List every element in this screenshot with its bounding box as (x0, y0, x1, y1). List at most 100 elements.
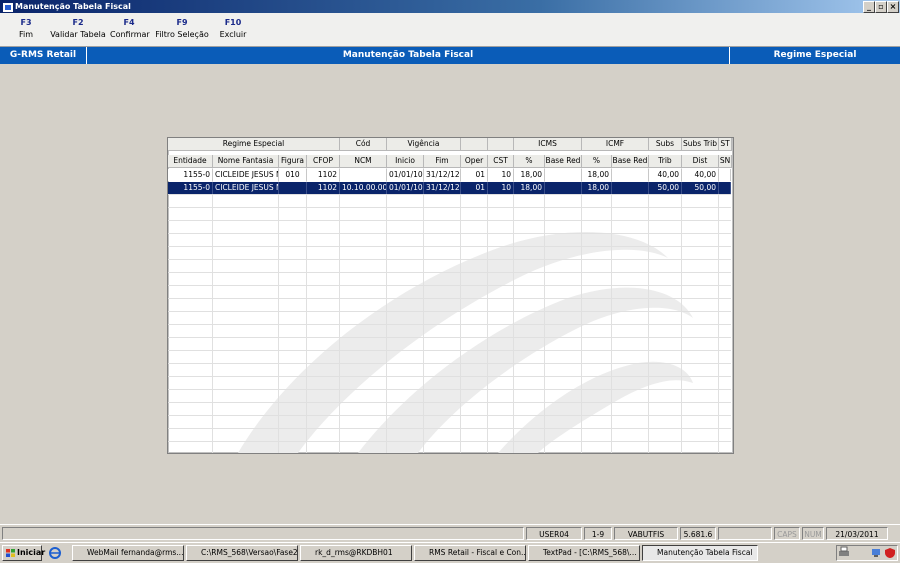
cell-icms-base-red (545, 182, 582, 194)
group-header-icmf: ICMF (582, 138, 649, 151)
taskbar: Iniciar WebMail fernanda@rms.... C:\RMS_… (0, 542, 900, 563)
task-db-session[interactable]: rk_d_rms@RKDBH01 (300, 545, 412, 561)
cell-nome-fantasia: CICLEIDE JESUS N (215, 169, 279, 181)
fim-key: F3 (20, 18, 32, 27)
toolbar: F3 Fim F2 Validar Tabela F4 Confirmar F9… (0, 13, 900, 47)
cell-entidade: 1155-0 (168, 182, 213, 194)
cell-inicio: 01/01/10 (387, 182, 424, 194)
restore-button[interactable]: ▫ (875, 1, 887, 13)
minimize-button[interactable]: _ (863, 1, 875, 13)
shield-icon[interactable] (884, 547, 896, 559)
column-header-subs-dist[interactable]: Dist (682, 155, 719, 168)
cell-oper: 01 (461, 169, 488, 181)
cell-icms-pct: 18,00 (514, 182, 545, 194)
task-textpad[interactable]: TextPad - [C:\RMS_568\... (528, 545, 640, 561)
excluir-button[interactable]: F10 Excluir (216, 17, 250, 41)
cell-icmf-pct: 18,00 (582, 169, 612, 181)
column-header-sn[interactable]: SN (719, 155, 732, 168)
column-header-ncm[interactable]: NCM (340, 155, 387, 168)
cell-icmf-base-red (612, 169, 649, 181)
task-rms-retail[interactable]: RMS Retail - Fiscal e Con... (414, 545, 526, 561)
group-header-st: ST (719, 138, 732, 151)
column-header-nome-fantasia[interactable]: Nome Fantasia (213, 155, 279, 168)
app-icon (2, 2, 14, 13)
cell-ncm: 10.10.00.00 (340, 182, 387, 194)
status-page: 1-9 (584, 527, 612, 540)
cell-figura (279, 182, 307, 194)
network-icon[interactable] (871, 547, 883, 559)
filtro-selecao-button[interactable]: F9 Filtro Seleção (155, 17, 209, 41)
column-header-inicio[interactable]: Inicio (387, 155, 424, 168)
status-num: NUM (802, 527, 824, 540)
group-header-icms: ICMS (514, 138, 582, 151)
column-header-figura[interactable]: Figura (279, 155, 307, 168)
cell-oper: 01 (461, 182, 488, 194)
status-caps: CAPS (774, 527, 800, 540)
group-header-oper (461, 138, 488, 151)
window-title: Manutenção Tabela Fiscal (15, 2, 131, 11)
status-db: VABUTFIS (614, 527, 678, 540)
column-header-icms-base-red[interactable]: Base Red (545, 155, 582, 168)
status-date: 21/03/2011 (826, 527, 888, 540)
cell-cfop: 1102 (307, 182, 340, 194)
fim-label: Fim (18, 30, 34, 39)
column-header-entidade[interactable]: Entidade (168, 155, 213, 168)
window-title-bar: Manutenção Tabela Fiscal _ ▫ × (0, 0, 900, 13)
task-explorer-fase2[interactable]: C:\RMS_568\Versao\Fase2 (186, 545, 298, 561)
cell-cfop: 1102 (307, 169, 340, 181)
fim-button[interactable]: F3 Fim (10, 17, 42, 41)
status-empty (718, 527, 772, 540)
column-header-oper[interactable]: Oper (461, 155, 488, 168)
filtro-selecao-label: Filtro Seleção (155, 30, 209, 39)
column-header-subs-trib[interactable]: Trib (649, 155, 682, 168)
group-header-vigencia: Vigência (387, 138, 461, 151)
cell-subs-dist: 50,00 (682, 182, 719, 194)
status-user: USER04 (526, 527, 582, 540)
cell-figura: 010 (279, 169, 307, 181)
status-version: 5.681.6 (680, 527, 716, 540)
ie-quicklaunch-icon[interactable] (48, 546, 62, 560)
status-message (2, 527, 524, 540)
filtro-selecao-key: F9 (176, 18, 188, 27)
column-header-cfop[interactable]: CFOP (307, 155, 340, 168)
windows-flag-icon (6, 549, 15, 557)
cell-fim: 31/12/12 (426, 169, 461, 181)
cell-subs-trib: 40,00 (649, 169, 682, 181)
module-header: G-RMS Retail Manutenção Tabela Fiscal Re… (0, 47, 900, 64)
table-row-selected[interactable]: 1155-0 CICLEIDE JESUS N 1102 10.10.00.00… (168, 182, 731, 194)
group-header-regime-especial: Regime Especial (168, 138, 340, 151)
excluir-key: F10 (224, 18, 242, 27)
table-row[interactable]: 1155-0 CICLEIDE JESUS N 010 1102 01/01/1… (168, 169, 731, 181)
column-header-icmf-pct[interactable]: % (582, 155, 612, 168)
cell-ncm (340, 169, 387, 181)
cell-sn (719, 182, 731, 194)
start-button[interactable]: Iniciar (2, 545, 45, 561)
column-header-fim[interactable]: Fim (424, 155, 461, 168)
cell-subs-dist: 40,00 (682, 169, 719, 181)
column-header-icmf-base-red[interactable]: Base Red (612, 155, 649, 168)
cell-entidade: 1155-0 (168, 169, 213, 181)
confirmar-button[interactable]: F4 Confirmar (110, 17, 150, 41)
column-header-cst[interactable]: CST (488, 155, 514, 168)
product-name: G-RMS Retail (9, 50, 77, 60)
cell-subs-trib: 50,00 (649, 182, 682, 194)
system-tray (836, 545, 898, 561)
task-manutencao-tabela-fiscal[interactable]: Manutenção Tabela Fiscal (642, 545, 758, 561)
group-header-cst (488, 138, 514, 151)
fiscal-table-grid[interactable]: Regime Especial Cód Vigência ICMS ICMF S… (167, 137, 734, 454)
confirmar-key: F4 (123, 18, 135, 27)
cell-icms-base-red (545, 169, 582, 181)
task-webmail[interactable]: WebMail fernanda@rms.... (72, 545, 184, 561)
group-header-subs-trib: Subs Trib (682, 138, 719, 151)
group-header-subs: Subs (649, 138, 682, 151)
status-bar: USER04 1-9 VABUTFIS 5.681.6 CAPS NUM 21/… (0, 524, 900, 542)
excluir-label: Excluir (219, 30, 247, 39)
column-header-icms-pct[interactable]: % (514, 155, 545, 168)
cell-icmf-base-red (612, 182, 649, 194)
screen-title: Manutenção Tabela Fiscal (342, 50, 474, 60)
cell-cst: 10 (488, 169, 514, 181)
confirmar-label: Confirmar (110, 30, 150, 39)
close-button[interactable]: × (887, 1, 899, 13)
context-title: Regime Especial (773, 50, 857, 60)
validar-tabela-button[interactable]: F2 Validar Tabela (50, 17, 106, 41)
